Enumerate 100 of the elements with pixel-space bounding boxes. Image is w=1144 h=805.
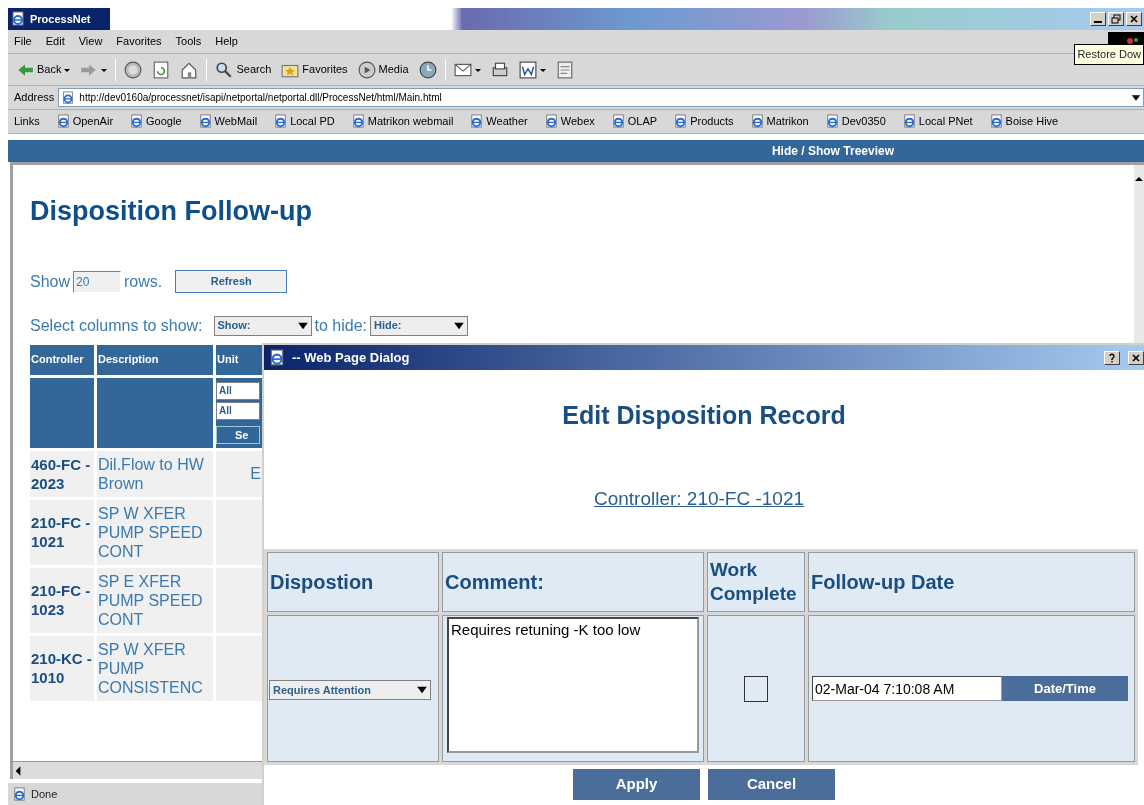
page-icon	[610, 114, 626, 129]
page-icon	[129, 114, 145, 129]
rows-field[interactable]: 20	[73, 270, 122, 293]
column-header: Work Complete	[707, 552, 805, 612]
column-header[interactable]: Description	[97, 344, 213, 375]
table-cell: SP W XFER PUMP SPEED CONT	[97, 499, 213, 565]
column-header[interactable]: Controller	[30, 344, 94, 375]
help-button[interactable]	[1104, 350, 1120, 365]
page-icon	[824, 114, 840, 129]
link[interactable]: Matrikon	[749, 113, 809, 130]
printer-icon	[490, 60, 509, 79]
comment-field[interactable]: Requires retuning -K too low	[447, 617, 699, 753]
close-icon	[1131, 352, 1141, 363]
menu-item[interactable]: Edit	[45, 33, 65, 50]
stop-icon	[124, 60, 143, 79]
table-cell: 210-KC - 1010	[30, 635, 94, 701]
link[interactable]: WebMail	[197, 113, 258, 130]
page-icon	[55, 114, 71, 129]
restore-button[interactable]	[1108, 12, 1124, 26]
column-header: Dispostion	[267, 552, 439, 612]
filter-field[interactable]: All	[216, 381, 260, 400]
tooltip: Restore Dow	[1074, 44, 1144, 65]
column-header[interactable]: Unit	[216, 344, 262, 375]
page-icon	[749, 114, 765, 129]
page-icon	[350, 114, 366, 129]
table-cell: 210-FC - 1021	[30, 499, 94, 565]
set-button[interactable]: Se	[216, 425, 260, 444]
dialog-button[interactable]: Apply	[573, 769, 700, 800]
label: rows.	[124, 271, 163, 292]
column-header: Follow-up Date	[808, 552, 1135, 612]
page-icon	[469, 114, 485, 129]
table-cell: 460-FC - 2023	[30, 450, 94, 497]
label: to hide:	[314, 315, 367, 336]
toolbar-button[interactable]: Favorites	[279, 60, 350, 79]
dialog-button[interactable]: Cancel	[708, 769, 835, 800]
toolbar-button[interactable]: Back	[14, 60, 73, 79]
window-title: ProcessNet	[30, 11, 91, 27]
address-field[interactable]: http://dev0160a/processnet/isapi/netportal/netportal.dll/ProcessNet/html/Main.html	[58, 88, 1144, 107]
close-button[interactable]	[1128, 350, 1144, 365]
minimize-icon	[1093, 21, 1103, 23]
restore-icon	[1111, 14, 1121, 24]
link[interactable]: OpenAir	[55, 113, 114, 130]
home-icon	[180, 60, 199, 79]
table-cell: SP W XFER PUMP CONSISTENC	[97, 635, 213, 701]
date-time-button[interactable]: Date/Time	[1002, 676, 1128, 701]
browser-icon	[268, 348, 286, 367]
document-icon	[518, 60, 537, 79]
checkbox[interactable]	[744, 675, 768, 702]
toolbar-icon-button[interactable]	[516, 60, 548, 79]
horizontal-scrollbar[interactable]	[13, 761, 265, 779]
refresh-button[interactable]: Refresh	[175, 270, 288, 293]
date-field[interactable]: 02-Mar-04 7:10:08 AM	[812, 676, 1002, 701]
search-icon	[215, 60, 234, 79]
scroll-left-icon[interactable]	[13, 764, 23, 777]
link[interactable]: Weather	[469, 113, 528, 130]
disposition-dropdown[interactable]: Requires Attention	[269, 679, 431, 700]
link[interactable]: Matrikon webmail	[350, 113, 454, 130]
page-icon	[197, 114, 213, 129]
column-header: Comment:	[442, 552, 704, 612]
status-text: Done	[31, 786, 58, 802]
show-dropdown[interactable]: Show:	[213, 315, 312, 336]
filter-field[interactable]: All	[216, 401, 260, 420]
link[interactable]: Products	[673, 113, 734, 130]
table-cell: E	[250, 464, 261, 482]
menu-item[interactable]: File	[14, 33, 32, 50]
controller-link[interactable]: Controller: 210-FC -1021	[593, 484, 805, 513]
label: Show	[30, 271, 71, 292]
close-icon	[1129, 14, 1139, 24]
address-label: Address	[14, 90, 55, 106]
page-icon	[673, 114, 689, 129]
page-icon	[555, 60, 574, 79]
page-icon	[901, 114, 917, 129]
minimize-button[interactable]	[1090, 12, 1106, 26]
clock-icon	[418, 60, 437, 79]
close-button[interactable]	[1126, 12, 1142, 26]
link[interactable]: Local PD	[273, 113, 335, 130]
link[interactable]: Webex	[543, 113, 595, 130]
toolbar-button[interactable]: Search	[213, 60, 274, 79]
table-cell: Dil.Flow to HW Brown	[97, 450, 213, 497]
label: Select columns to show:	[30, 315, 203, 336]
link[interactable]: Dev0350	[824, 113, 886, 130]
link[interactable]: Google	[129, 113, 182, 130]
page-icon	[543, 114, 559, 129]
menu-item[interactable]: Help	[215, 33, 238, 50]
page-icon	[12, 786, 27, 802]
link[interactable]: Boise Hive	[988, 113, 1059, 130]
treeview-toggle-link[interactable]: Hide / Show Treeview	[771, 142, 894, 160]
page-title: Disposition Follow-up	[30, 195, 313, 228]
menu-item[interactable]: Tools	[175, 33, 202, 50]
refresh-icon	[152, 60, 171, 79]
dialog-heading: Edit Disposition Record	[561, 400, 847, 431]
dialog-title: -- Web Page Dialog	[292, 348, 411, 367]
toolbar-button[interactable]: Media	[355, 60, 411, 79]
play-icon	[357, 60, 376, 79]
scroll-up-icon[interactable]	[1134, 175, 1144, 183]
link[interactable]: OLAP	[610, 113, 658, 130]
hide-dropdown[interactable]: Hide:	[370, 315, 468, 336]
menu-item[interactable]: Favorites	[116, 33, 162, 50]
menu-item[interactable]: View	[78, 33, 103, 50]
link[interactable]: Local PNet	[901, 113, 973, 130]
